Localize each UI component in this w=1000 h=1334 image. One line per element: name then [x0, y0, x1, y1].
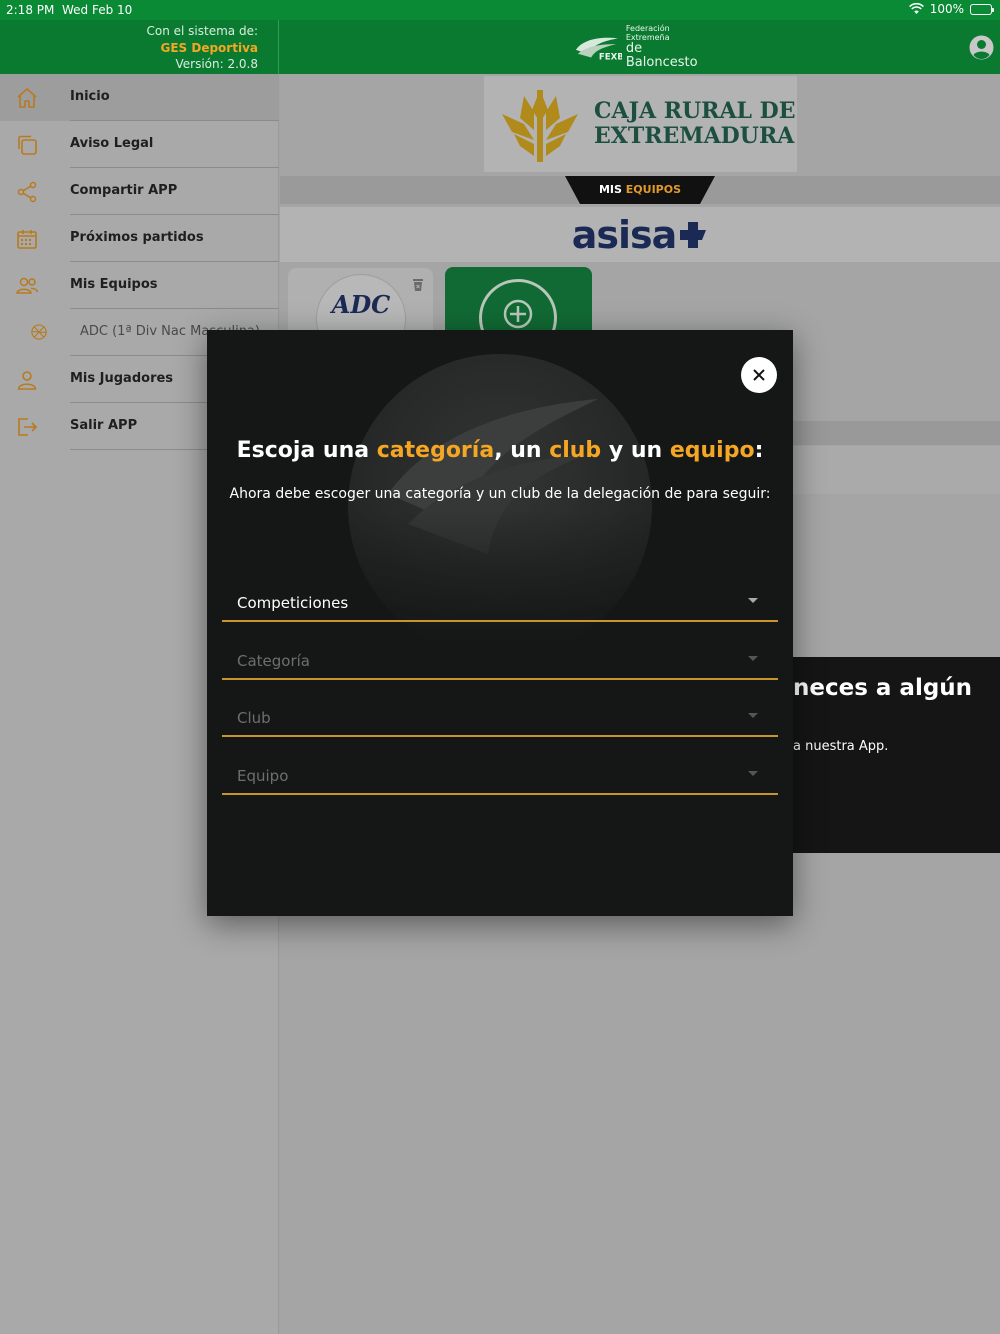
app-version: Versión: 2.0.8 [175, 57, 258, 71]
title-highlight-categoria: categoría [376, 438, 495, 463]
select-label: Club [237, 709, 271, 727]
plus-cross-icon [680, 221, 707, 248]
users-icon [16, 277, 39, 294]
status-bar: 2:18 PM Wed Feb 10 100% [0, 0, 1000, 20]
home-icon [17, 88, 37, 108]
basketball-icon [31, 324, 47, 340]
caret-down-icon [748, 598, 758, 603]
sidebar-item-label: Próximos partidos [70, 230, 204, 245]
select-label: Competiciones [237, 594, 349, 612]
fexb-logo-icon: FEXB [575, 37, 622, 62]
team-logo-text: ADC [331, 289, 391, 319]
equipos-highlight: EQUIPOS [625, 183, 682, 196]
title-part: y un [601, 438, 670, 463]
modal-title: Escoja una categoría, un club y un equip… [207, 438, 793, 463]
copy-icon [18, 135, 37, 155]
sidebar-item-label: Mis Equipos [70, 277, 158, 292]
caret-down-icon [748, 656, 758, 661]
status-date: Wed Feb 10 [62, 3, 133, 17]
svg-text:FEXB: FEXB [599, 52, 622, 62]
title-highlight-equipo: equipo [669, 438, 755, 463]
mis-equipos-tab: MIS EQUIPOS [565, 176, 715, 204]
title-part: : [754, 438, 764, 463]
promo-banner: neces a algún a nuestra App. [793, 657, 1000, 853]
caja-line1: CAJA RURAL DE [594, 98, 796, 124]
competiciones-select[interactable]: Competiciones [222, 578, 778, 622]
fexb-line2: de Baloncesto [625, 41, 698, 70]
add-team-card[interactable] [445, 267, 592, 337]
status-right: 100% [908, 2, 994, 16]
fexb-logo-text: Federación Extremeña de Baloncesto [626, 24, 714, 70]
modal-subtitle: Ahora debe escoger una categoría y un cl… [229, 486, 771, 502]
share-icon [17, 181, 37, 203]
caja-rural-banner[interactable]: CAJA RURAL DE EXTREMADURA [484, 76, 797, 172]
fexb-logo: FEXB Federación Extremeña de Baloncesto [574, 24, 714, 70]
mis-prefix: MIS [598, 183, 622, 196]
title-part: Escoja una [236, 438, 377, 463]
select-label: Categoría [237, 652, 311, 670]
close-icon [753, 369, 765, 381]
select-label: Equipo [237, 767, 289, 785]
status-time: 2:18 PM [6, 3, 55, 17]
sidebar-item-mis-equipos[interactable]: Mis Equipos [0, 262, 279, 309]
system-label: Con el sistema de: [146, 24, 259, 38]
plus-icon [503, 299, 533, 329]
title-highlight-club: club [549, 438, 602, 463]
asisa-logo-text: asisa [571, 212, 678, 257]
team-card-adc[interactable]: ADC [288, 268, 433, 338]
wheat-logo-icon [502, 90, 578, 162]
user-icon [17, 371, 37, 390]
system-name: GES Deportiva [160, 40, 259, 55]
equipo-select[interactable]: Equipo [222, 751, 778, 795]
calendar-icon [17, 230, 37, 249]
club-select[interactable]: Club [222, 693, 778, 737]
trash-icon[interactable] [412, 278, 424, 292]
caret-down-icon [748, 713, 758, 718]
sidebar-item-aviso-legal[interactable]: Aviso Legal [0, 121, 279, 168]
sidebar-item-label: Mis Jugadores [70, 371, 174, 386]
select-team-modal: Escoja una categoría, un club y un equip… [207, 330, 793, 916]
promo-text: a nuestra App. [793, 739, 889, 754]
battery-icon [970, 3, 994, 15]
promo-title: neces a algún [793, 675, 973, 701]
close-button[interactable] [741, 357, 777, 393]
battery-percent: 100% [929, 2, 964, 16]
caja-rural-text: CAJA RURAL DE EXTREMADURA [594, 99, 796, 149]
sidebar-item-label: Aviso Legal [70, 136, 154, 151]
sidebar-item-inicio[interactable]: Inicio [0, 74, 279, 121]
logout-icon [18, 418, 38, 436]
sidebar-item-label: Compartir APP [70, 183, 178, 198]
fexb-line1: Federación Extremeña [625, 24, 670, 42]
sidebar-item-compartir[interactable]: Compartir APP [0, 168, 279, 215]
account-icon[interactable] [969, 35, 994, 60]
categoria-select[interactable]: Categoría [222, 636, 778, 680]
team-logo: ADC [316, 274, 406, 338]
title-part: , un [494, 438, 550, 463]
sidebar-item-proximos-partidos[interactable]: Próximos partidos [0, 215, 279, 262]
caret-down-icon [748, 771, 758, 776]
add-team-button[interactable] [479, 279, 557, 337]
system-info: Con el sistema de: GES Deportiva Versión… [0, 20, 279, 74]
asisa-banner[interactable]: asisa [280, 207, 1000, 262]
sidebar-item-label: Salir APP [70, 418, 138, 433]
caja-line2: EXTREMADURA [594, 123, 795, 149]
wifi-icon [908, 3, 924, 14]
sidebar-item-label: Inicio [70, 89, 110, 104]
app-header: Con el sistema de: GES Deportiva Versión… [0, 20, 1000, 74]
